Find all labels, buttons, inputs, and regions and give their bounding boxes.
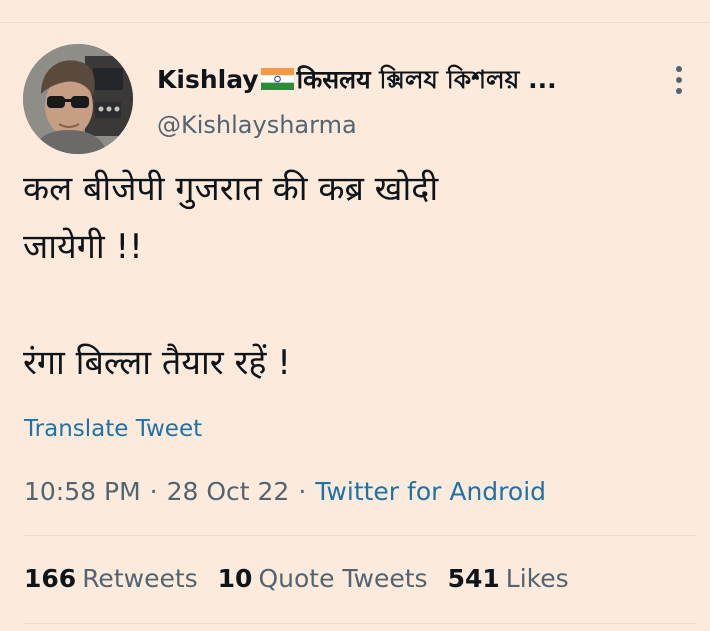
tweet-time[interactable]: 10:58 PM <box>24 477 141 506</box>
tweet-source-link[interactable]: Twitter for Android <box>315 477 546 506</box>
meta-separator: · <box>149 477 158 506</box>
divider <box>24 535 696 536</box>
avatar-image <box>23 44 133 154</box>
quote-tweets-stat[interactable]: 10 Quote Tweets <box>218 561 428 597</box>
tweet-text: कल बीजेपी गुजरात की कब्र खोदी जायेगी !! … <box>23 160 683 392</box>
author-name: Kishlay <box>157 65 259 94</box>
likes-label: Likes <box>505 564 569 593</box>
avatar[interactable] <box>23 44 133 154</box>
likes-stat[interactable]: 541 Likes <box>448 561 569 597</box>
author-name-row[interactable]: Kishlay किसलय ক্সিলয কিশলয় ... <box>157 62 557 98</box>
meta-separator: · <box>298 477 307 506</box>
retweets-stat[interactable]: 166 Retweets <box>24 561 198 597</box>
tweet-stats: 166 Retweets 10 Quote Tweets 541 Likes <box>24 561 589 597</box>
top-divider <box>0 22 710 23</box>
tweet-date[interactable]: 28 Oct 22 <box>167 477 290 506</box>
india-flag-icon <box>260 68 294 90</box>
tweet-line: जायेगी !! <box>23 227 143 267</box>
quote-tweets-label: Quote Tweets <box>258 564 428 593</box>
quote-tweets-count: 10 <box>217 564 253 593</box>
tweet-line: रंगा बिल्ला तैयार रहें ! <box>23 343 291 383</box>
author-handle[interactable]: @Kishlaysharma <box>157 108 357 142</box>
tweet-line: कल बीजेपी गुजरात की कब्र खोदी <box>23 169 439 209</box>
divider <box>24 623 696 624</box>
author-name-suffix: किसलय ক্সিলয কিশলয় ... <box>296 65 557 94</box>
retweets-label: Retweets <box>82 564 198 593</box>
likes-count: 541 <box>447 564 500 593</box>
translate-tweet-link[interactable]: Translate Tweet <box>24 412 202 446</box>
more-vertical-icon[interactable] <box>664 62 694 100</box>
retweets-count: 166 <box>24 564 77 593</box>
tweet-meta: 10:58 PM · 28 Oct 22 · Twitter for Android <box>24 474 546 510</box>
